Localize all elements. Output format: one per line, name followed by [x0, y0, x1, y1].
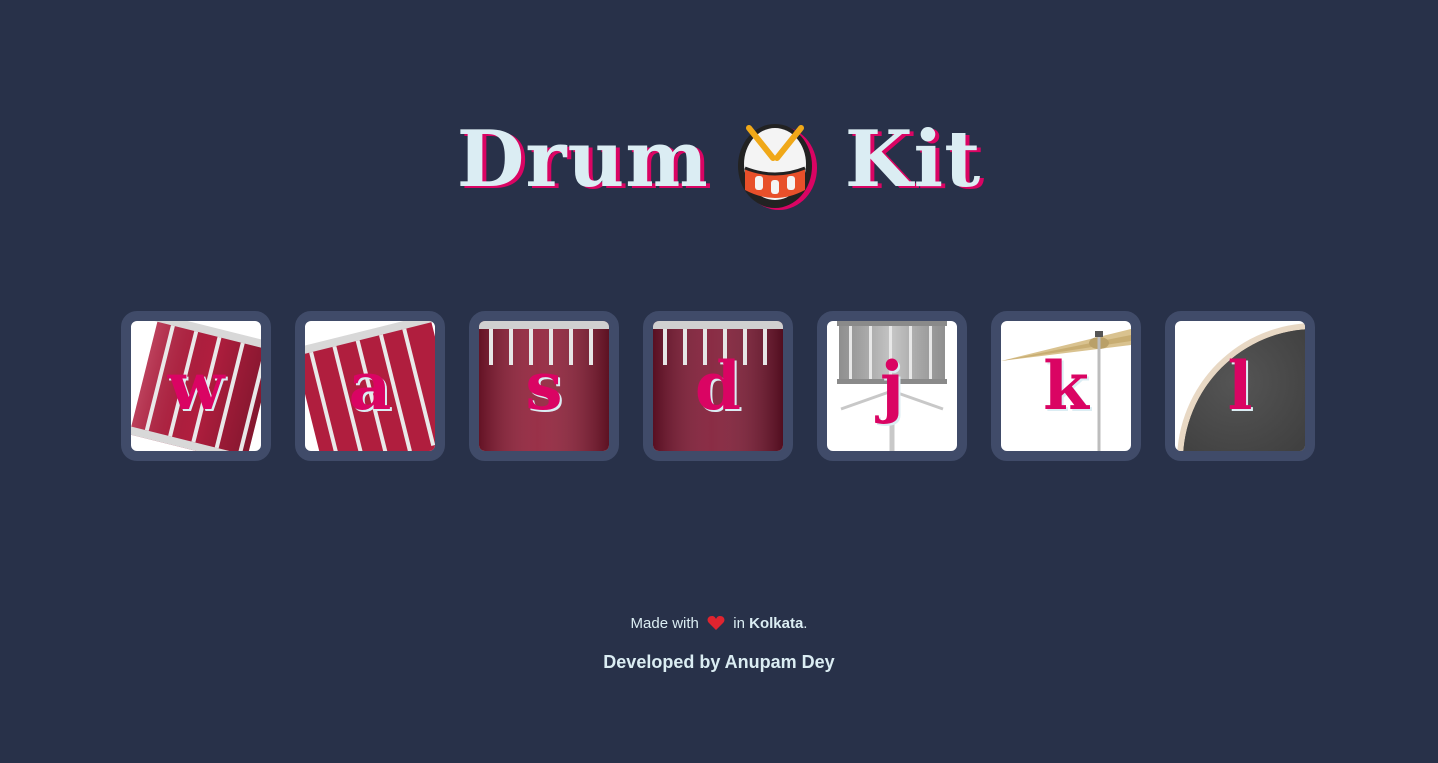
drum-key-label: d [694, 347, 742, 425]
drum-key-label: a [348, 347, 392, 425]
period-text: . [803, 615, 808, 632]
title-word-kit: Kit [844, 113, 982, 205]
drum-button-w[interactable]: w [121, 311, 271, 461]
drum-button-k[interactable]: k [991, 311, 1141, 461]
drum-emoji-icon [735, 118, 819, 212]
city-name: Kolkata [749, 615, 804, 632]
drum-button-j[interactable]: j [817, 311, 967, 461]
drum-key-label: w [167, 347, 225, 425]
drum-key-label: k [1043, 347, 1089, 425]
made-with-line: Made with in Kolkata. [0, 612, 1438, 636]
drum-button-s[interactable]: s [469, 311, 619, 461]
drum-set: w a s d j k l [121, 311, 1315, 461]
title-word-drum: Drum [456, 113, 709, 205]
drum-button-d[interactable]: d [643, 311, 793, 461]
footer: Made with in Kolkata. Developed by Anupa… [0, 612, 1438, 673]
in-text: in [733, 615, 745, 632]
drum-key-label: l [1227, 347, 1253, 425]
drum-button-a[interactable]: a [295, 311, 445, 461]
drum-key-label: s [525, 347, 563, 425]
drum-key-label: j [880, 347, 904, 425]
heart-icon [707, 615, 725, 631]
drum-button-l[interactable]: l [1165, 311, 1315, 461]
page-title: Drum Kit [0, 104, 1438, 214]
developer-credit: Developed by Anupam Dey [603, 652, 835, 672]
made-with-text: Made with [630, 615, 699, 632]
